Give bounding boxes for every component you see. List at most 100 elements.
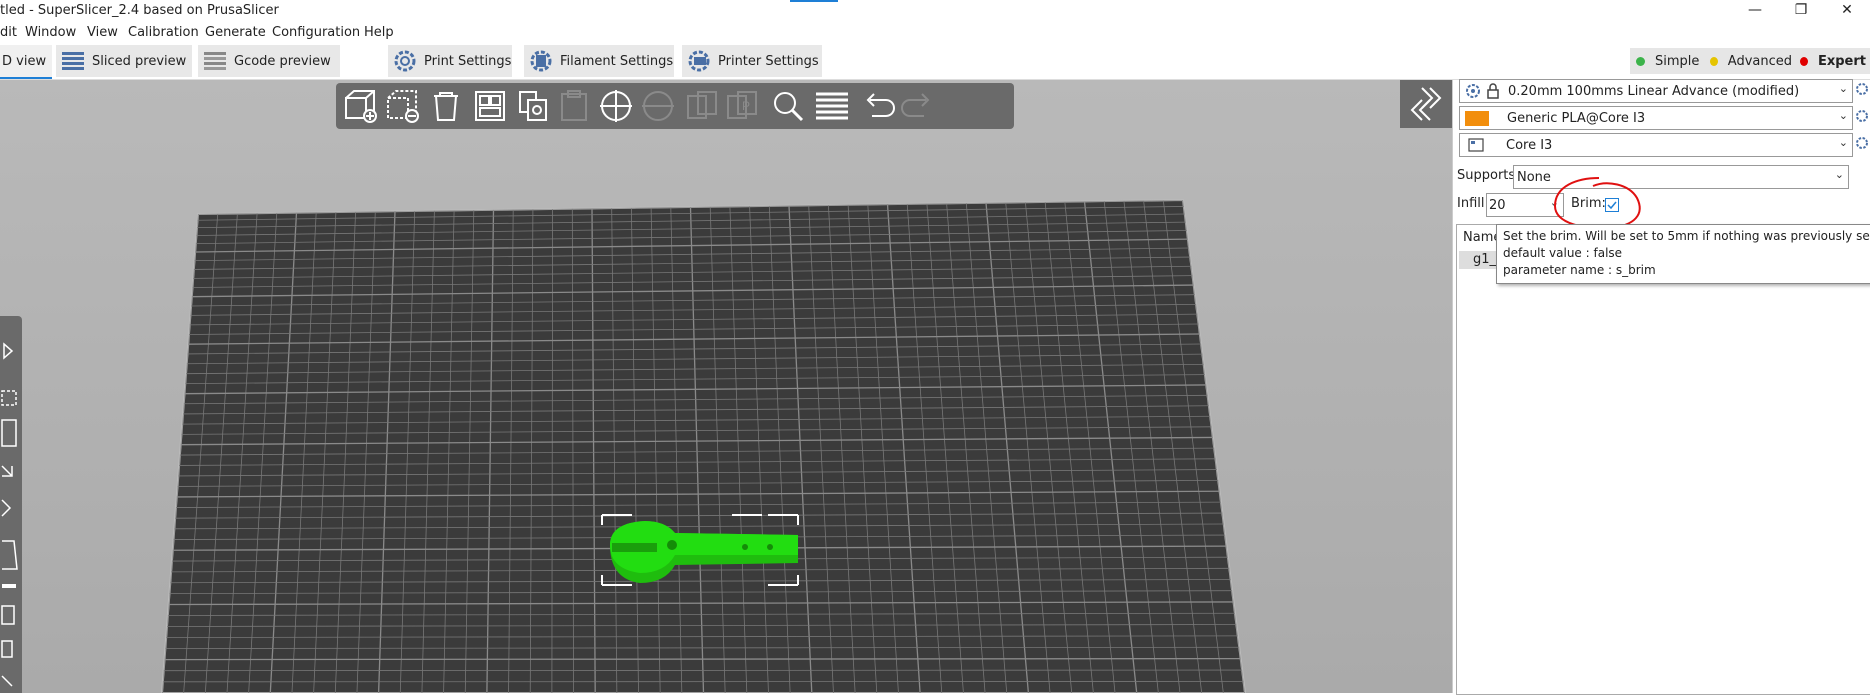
paste-icon [556, 88, 592, 124]
tab-sliced-preview[interactable]: Sliced preview [56, 45, 192, 77]
filament-color-swatch[interactable] [1465, 111, 1489, 126]
tooltip-description: Set the brim. Will be set to 5mm if noth… [1503, 229, 1870, 243]
menu-generate[interactable]: Generate [205, 25, 266, 40]
tab-gcode-preview-label: Gcode preview [234, 54, 331, 69]
gcode-layers-icon [202, 49, 228, 73]
mode-simple-button[interactable]: Simple [1630, 48, 1710, 74]
mode-simple-label: Simple [1655, 54, 1699, 69]
simple-dot-icon [1636, 57, 1645, 66]
print-preset-value: 0.20mm 100mms Linear Advance (modified) [1508, 84, 1799, 99]
tab-3d-view[interactable]: D view [0, 45, 52, 79]
move-gizmo-icon[interactable] [4, 344, 12, 358]
object-row-name: g1_ [1473, 252, 1496, 267]
undo-icon[interactable] [860, 88, 896, 124]
seam-paint-icon[interactable] [2, 584, 16, 588]
menu-view[interactable]: View [87, 25, 118, 40]
print-bed[interactable] [0, 80, 1452, 693]
object-list[interactable]: Name g1_ [1456, 224, 1870, 695]
menu-window[interactable]: Window [25, 25, 76, 40]
close-button[interactable]: ✕ [1824, 0, 1870, 22]
tab-sliced-preview-label: Sliced preview [92, 54, 186, 69]
filament-preset-settings-icon[interactable] [1855, 109, 1869, 123]
print-gear-icon [1464, 82, 1482, 100]
menu-configuration[interactable]: Configuration [272, 25, 360, 40]
tab-gcode-preview[interactable]: Gcode preview [198, 45, 340, 77]
advanced-dot-icon [1710, 57, 1718, 66]
add-instance-icon[interactable] [598, 88, 634, 124]
menu-bar: dit Window View Calibration Generate Con… [0, 22, 1870, 44]
chevron-down-icon: ⌄ [1839, 82, 1848, 95]
printer-preset-combo[interactable]: Core I3 ⌄ [1459, 133, 1853, 157]
mode-expert-label: Expert [1818, 54, 1866, 69]
delete-object-icon[interactable] [384, 88, 420, 124]
infill-label: Infill: [1457, 196, 1489, 211]
svg-text:P: P [742, 99, 750, 113]
object-row[interactable]: g1_ [1459, 251, 1499, 269]
lock-icon [1486, 82, 1500, 100]
tab-filament-settings[interactable]: Filament Settings [524, 45, 674, 77]
green-part-model[interactable] [590, 505, 810, 595]
tab-3d-view-label: D view [0, 54, 46, 69]
mode-advanced-label: Advanced [1728, 54, 1792, 69]
title-bar: tled - SuperSlicer_2.4 based on PrusaSli… [0, 0, 1870, 22]
arrange-icon[interactable] [472, 88, 508, 124]
menu-edit[interactable]: dit [0, 25, 17, 40]
remove-instance-icon [640, 88, 676, 124]
brim-tooltip: Set the brim. Will be set to 5mm if noth… [1496, 224, 1870, 284]
collapse-sidebar-button[interactable] [1400, 80, 1452, 128]
split-parts-icon: P [724, 88, 760, 124]
restore-button[interactable]: ❐ [1778, 0, 1824, 22]
mmu-paint-icon[interactable] [2, 641, 12, 657]
mode-advanced-button[interactable]: Advanced [1704, 48, 1800, 74]
filament-preset-combo[interactable]: Generic PLA@Core I3 ⌄ [1459, 106, 1853, 130]
tooltip-parameter-name: parameter name : s_brim [1503, 263, 1656, 277]
add-object-icon[interactable] [342, 88, 378, 124]
tooltip-default-value: default value : false [1503, 246, 1622, 260]
mode-expert-button[interactable]: Expert [1794, 48, 1870, 74]
menu-help[interactable]: Help [364, 25, 394, 40]
window-title: tled - SuperSlicer_2.4 based on PrusaSli… [0, 3, 279, 18]
copy-icon[interactable] [516, 88, 552, 124]
printer-preset-value: Core I3 [1506, 138, 1552, 153]
layers-editing-icon[interactable] [814, 88, 850, 124]
redo-icon [900, 88, 936, 124]
split-objects-icon [684, 88, 720, 124]
tab-printer-settings-label: Printer Settings [718, 54, 819, 69]
infill-value: 20 [1487, 198, 1506, 213]
sliced-layers-icon [60, 49, 86, 73]
scene-toolbar: P [336, 83, 1014, 129]
print-preset-combo[interactable]: 0.20mm 100mms Linear Advance (modified) … [1459, 79, 1853, 103]
printer-preset-settings-icon[interactable] [1855, 136, 1869, 150]
chevron-down-icon: ⌄ [1839, 136, 1848, 149]
tab-print-settings[interactable]: Print Settings [388, 45, 512, 77]
scale-gizmo-icon[interactable] [2, 391, 16, 405]
printer-settings-icon [686, 49, 712, 73]
filament-settings-icon [528, 49, 554, 73]
3d-viewport[interactable] [0, 80, 1452, 693]
supports-value: None [1514, 170, 1551, 185]
measure-icon[interactable] [2, 676, 12, 686]
tab-print-settings-label: Print Settings [424, 54, 511, 69]
delete-all-trash-icon[interactable] [428, 88, 464, 124]
print-preset-settings-icon[interactable] [1855, 82, 1869, 96]
collapse-arrows-icon [1400, 80, 1452, 128]
hollow-icon[interactable] [2, 606, 14, 624]
tab-printer-settings[interactable]: Printer Settings [682, 45, 822, 77]
supports-label: Supports: [1457, 168, 1520, 183]
chevron-down-icon: ⌄ [1835, 168, 1844, 181]
tab-filament-settings-label: Filament Settings [560, 54, 673, 69]
cut-gizmo-icon[interactable] [2, 500, 10, 516]
expert-dot-icon [1800, 57, 1808, 66]
search-icon[interactable] [770, 88, 806, 124]
tab-bar: D view Sliced preview Gcode preview Prin… [0, 44, 1870, 80]
gizmo-toolbar [0, 316, 22, 693]
place-on-face-icon[interactable] [2, 466, 12, 476]
minimize-button[interactable]: — [1732, 0, 1778, 22]
menu-calibration[interactable]: Calibration [128, 25, 199, 40]
supports-paint-icon[interactable] [2, 541, 17, 569]
rotate-gizmo-icon[interactable] [2, 420, 16, 446]
chevron-down-icon: ⌄ [1839, 109, 1848, 122]
print-settings-gear-icon [392, 49, 418, 73]
printer-icon [1468, 137, 1484, 153]
filament-preset-value: Generic PLA@Core I3 [1507, 111, 1645, 126]
